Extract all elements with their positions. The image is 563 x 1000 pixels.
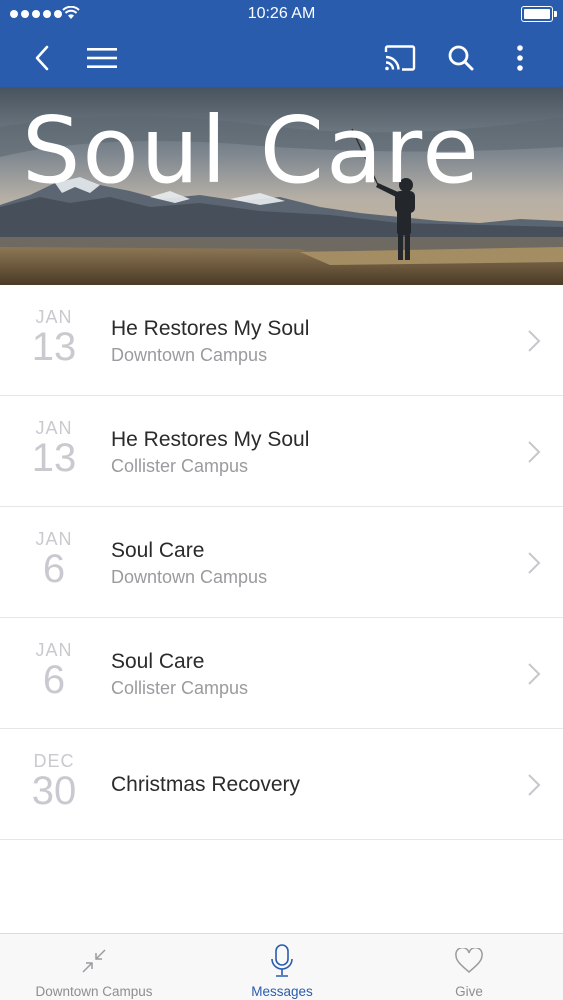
message-list: JAN 13 He Restores My Soul Downtown Camp…	[0, 285, 563, 840]
chevron-right-icon	[528, 774, 541, 796]
message-date: JAN 6	[14, 640, 94, 702]
date-day: 6	[42, 658, 66, 702]
more-options-button[interactable]	[505, 28, 535, 87]
message-row[interactable]: JAN 6 Soul Care Downtown Campus	[0, 507, 563, 618]
message-date: DEC 30	[14, 751, 94, 813]
tab-downtown-campus[interactable]: Downtown Campus	[0, 934, 188, 1000]
status-time: 10:26 AM	[247, 5, 316, 22]
message-campus: Downtown Campus	[111, 567, 268, 587]
chevron-right-icon	[528, 441, 541, 463]
battery-icon	[521, 6, 557, 22]
message-row[interactable]: DEC 30 Christmas Recovery	[0, 729, 563, 840]
status-bar: 10:26 AM	[0, 0, 563, 28]
message-title: Christmas Recovery	[111, 773, 301, 796]
date-day: 13	[31, 325, 77, 369]
collapse-arrows-icon	[82, 949, 106, 973]
microphone-icon	[271, 944, 293, 977]
search-button[interactable]	[440, 28, 482, 87]
hamburger-menu-icon	[87, 47, 117, 68]
search-icon	[448, 45, 474, 70]
message-title: Soul Care	[111, 650, 205, 673]
message-title: He Restores My Soul	[111, 428, 310, 451]
date-day: 13	[31, 436, 77, 480]
message-campus: Downtown Campus	[111, 345, 268, 365]
message-date: JAN 13	[14, 418, 94, 480]
chevron-right-icon	[528, 330, 541, 352]
series-title: Soul Care	[22, 97, 481, 204]
chevron-right-icon	[528, 663, 541, 685]
heart-icon	[455, 948, 483, 973]
menu-button[interactable]	[80, 28, 124, 87]
message-title: He Restores My Soul	[111, 317, 310, 340]
date-day: 30	[31, 769, 77, 813]
message-campus: Collister Campus	[111, 456, 249, 476]
chevron-right-icon	[528, 552, 541, 574]
message-row[interactable]: JAN 13 He Restores My Soul Downtown Camp…	[0, 285, 563, 396]
message-row[interactable]: JAN 13 He Restores My Soul Collister Cam…	[0, 396, 563, 507]
message-date: JAN 13	[14, 307, 94, 369]
tab-label: Downtown Campus	[35, 984, 153, 999]
cast-icon	[384, 44, 416, 71]
tab-give[interactable]: Give	[375, 934, 563, 1000]
cast-button[interactable]	[378, 28, 422, 87]
tab-messages[interactable]: Messages	[188, 934, 376, 1000]
series-hero-banner: Soul Care	[0, 87, 563, 285]
date-day: 6	[42, 547, 66, 591]
message-title: Soul Care	[111, 539, 205, 562]
message-date: JAN 6	[14, 529, 94, 591]
tab-label: Give	[455, 984, 483, 999]
tab-label: Messages	[251, 984, 313, 999]
nav-bar	[0, 28, 563, 87]
message-row[interactable]: JAN 6 Soul Care Collister Campus	[0, 618, 563, 729]
tab-bar: Downtown Campus Messages Give	[0, 933, 563, 1000]
message-campus: Collister Campus	[111, 678, 249, 698]
back-button[interactable]	[22, 28, 62, 87]
chevron-left-icon	[35, 45, 49, 70]
more-vertical-icon	[517, 44, 523, 71]
